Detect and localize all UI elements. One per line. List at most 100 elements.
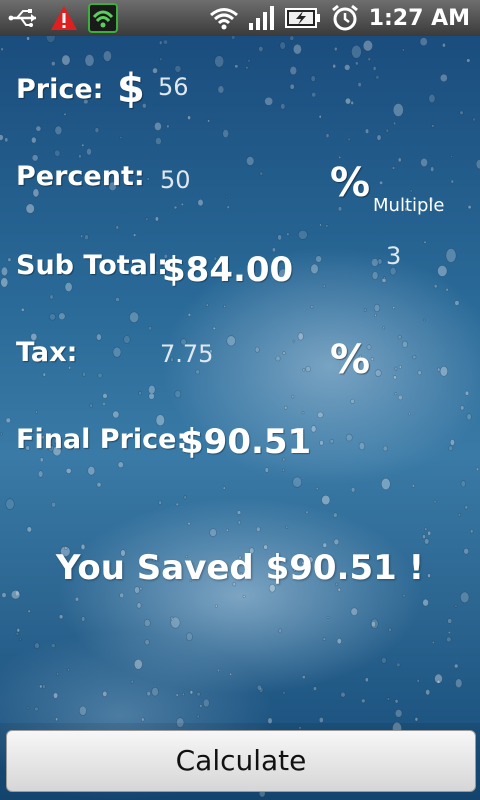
raindrop xyxy=(195,369,200,375)
raindrop xyxy=(391,166,395,170)
currency-symbol: $ xyxy=(117,66,145,112)
raindrop xyxy=(259,171,264,176)
percent-input[interactable]: 50 xyxy=(160,166,191,194)
usb-icon xyxy=(8,9,36,27)
multiple-input[interactable]: 3 xyxy=(386,242,401,270)
raindrop xyxy=(102,690,108,697)
raindrop xyxy=(79,705,87,716)
raindrop xyxy=(0,47,4,51)
raindrop xyxy=(433,500,437,504)
raindrop xyxy=(96,333,102,341)
raindrop xyxy=(174,65,182,73)
raindrop xyxy=(350,607,358,616)
raindrop xyxy=(37,470,44,478)
raindrop xyxy=(282,351,286,355)
raindrop xyxy=(340,691,346,698)
tax-input[interactable]: 7.75 xyxy=(160,340,213,368)
raindrop xyxy=(433,284,438,289)
raindrop xyxy=(146,691,151,697)
raindrop xyxy=(212,326,216,331)
raindrop xyxy=(313,686,317,691)
raindrop xyxy=(226,335,236,347)
raindrop xyxy=(436,679,441,684)
raindrop xyxy=(63,112,67,116)
raindrop xyxy=(39,457,44,463)
raindrop xyxy=(460,405,465,411)
raindrop xyxy=(419,37,428,47)
raindrop xyxy=(35,410,38,414)
raindrop xyxy=(357,82,362,87)
raindrop xyxy=(382,326,386,330)
raindrop xyxy=(476,467,479,471)
raindrop xyxy=(102,393,108,399)
battery-charging-icon xyxy=(284,8,320,28)
raindrop xyxy=(25,203,35,214)
raindrop xyxy=(466,413,472,421)
raindrop xyxy=(175,693,179,697)
raindrop xyxy=(363,308,367,312)
raindrop xyxy=(333,538,340,546)
raindrop xyxy=(64,282,73,292)
raindrop xyxy=(292,339,296,343)
raindrops xyxy=(0,36,480,798)
raindrop xyxy=(336,638,342,645)
raindrop xyxy=(151,686,159,697)
raindrop xyxy=(420,157,428,168)
raindrop xyxy=(449,438,455,446)
raindrop xyxy=(5,498,15,510)
raindrop xyxy=(154,121,162,131)
raindrop xyxy=(231,36,236,40)
calculate-button[interactable]: Calculate xyxy=(6,730,476,792)
raindrop-background xyxy=(0,36,480,800)
raindrop xyxy=(364,677,369,683)
raindrop xyxy=(65,467,72,474)
raindrop xyxy=(317,411,324,419)
raindrop xyxy=(158,500,162,505)
raindrop xyxy=(275,355,281,362)
raindrop xyxy=(0,134,4,141)
raindrop xyxy=(408,412,411,416)
raindrop xyxy=(428,93,436,103)
raindrop xyxy=(119,592,125,599)
final-price-label: Final Price: xyxy=(16,424,188,455)
raindrop xyxy=(279,41,286,50)
raindrop xyxy=(394,392,398,396)
raindrop xyxy=(423,240,427,244)
raindrop xyxy=(97,372,103,379)
raindrop xyxy=(0,277,9,288)
price-input[interactable]: 56 xyxy=(158,73,189,101)
tax-label: Tax: xyxy=(16,337,78,368)
raindrop xyxy=(159,57,163,62)
clock: 1:27 AM xyxy=(368,5,470,31)
raindrop xyxy=(439,365,449,377)
raindrop xyxy=(439,73,448,83)
raindrop xyxy=(254,346,260,353)
raindrop xyxy=(450,179,454,184)
raindrop xyxy=(344,64,351,71)
raindrop xyxy=(202,698,210,708)
raindrop xyxy=(46,36,56,43)
raindrop xyxy=(86,147,92,156)
raindrop xyxy=(460,591,470,604)
raindrop xyxy=(459,110,464,115)
raindrop xyxy=(337,587,341,592)
raindrop xyxy=(264,467,269,473)
raindrop xyxy=(427,530,432,536)
price-label: Price: xyxy=(16,74,104,105)
raindrop xyxy=(152,67,158,74)
raindrop xyxy=(445,288,449,292)
raindrop xyxy=(362,39,373,52)
raindrop xyxy=(54,125,63,136)
raindrop xyxy=(196,714,200,719)
raindrop xyxy=(416,678,420,683)
raindrop xyxy=(392,103,404,117)
raindrop xyxy=(26,526,32,533)
raindrop xyxy=(31,136,37,144)
raindrop xyxy=(370,618,379,629)
raindrop xyxy=(319,223,322,227)
raindrop xyxy=(310,75,316,82)
raindrop xyxy=(222,486,226,490)
raindrop xyxy=(442,42,446,48)
raindrop xyxy=(305,510,309,515)
raindrop xyxy=(412,355,417,360)
